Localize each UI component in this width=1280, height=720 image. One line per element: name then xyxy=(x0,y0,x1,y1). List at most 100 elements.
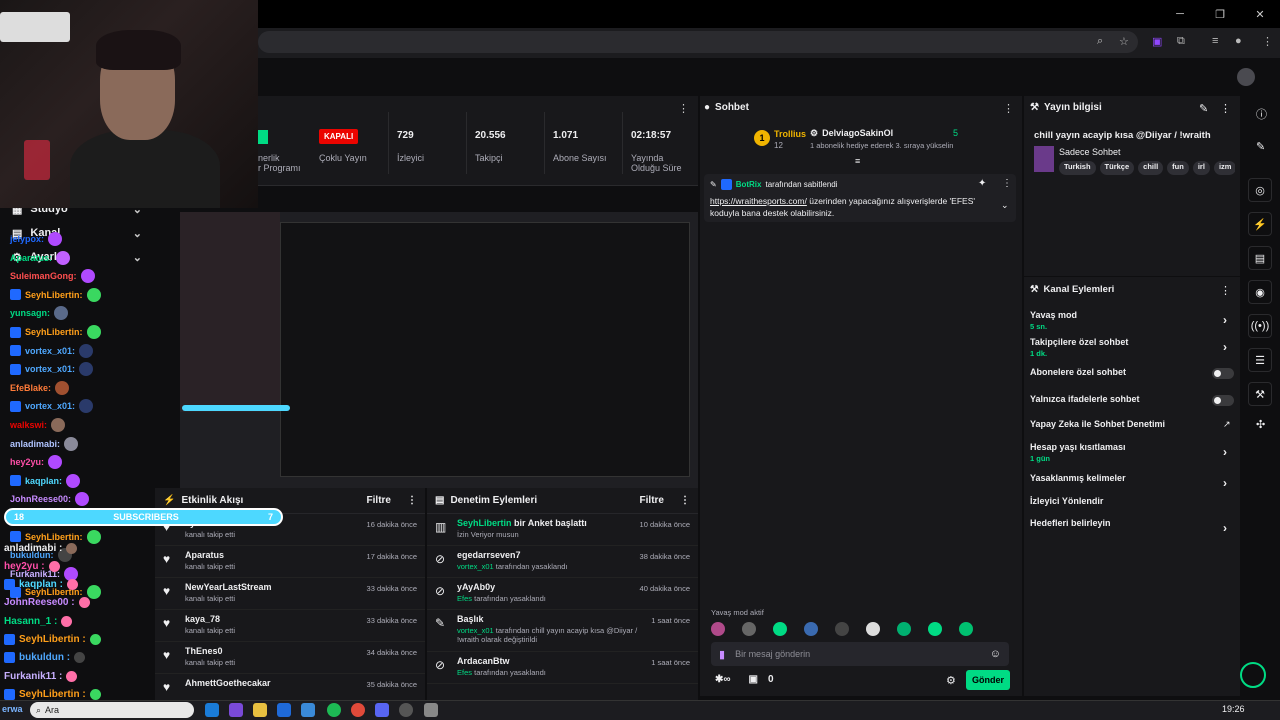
kebab-icon[interactable]: ⋮ xyxy=(407,495,417,506)
moderation-item[interactable]: ⊘ ArdacanBtw Efes tarafından yasaklandı 1 s… xyxy=(427,652,698,684)
tag[interactable]: Turkish xyxy=(1059,161,1096,175)
filter-button[interactable]: Filtre xyxy=(640,495,664,506)
rail-button-chat[interactable]: ◉ xyxy=(1248,280,1272,304)
chat-username[interactable]: walkswi: xyxy=(10,420,47,430)
chat-username[interactable]: EfeBlake: xyxy=(10,383,51,393)
pinned-by-user[interactable]: BotRix xyxy=(736,180,762,189)
emote-icon[interactable] xyxy=(897,622,911,636)
tag[interactable]: izm xyxy=(1213,161,1235,175)
emote-icon[interactable] xyxy=(959,622,973,636)
channel-action[interactable]: Hesap yaşı kısıtlaması 1 gün xyxy=(1030,442,1126,463)
zoom-icon[interactable]: ⌕ xyxy=(1097,35,1103,48)
chevron-right-icon[interactable]: › xyxy=(1223,445,1227,459)
activity-user[interactable]: NewYearLastStream xyxy=(185,582,359,592)
taskbar-search[interactable]: ⌕ Ara xyxy=(30,702,194,718)
chat-message[interactable]: EfeBlake: xyxy=(10,379,70,397)
moderation-user[interactable]: yAyAb0y xyxy=(457,582,495,592)
menu-kebab-icon[interactable]: ⋮ xyxy=(1262,35,1273,48)
chat-username[interactable]: jelypox: xyxy=(10,234,44,244)
store-icon[interactable] xyxy=(301,703,315,717)
tag[interactable]: fun xyxy=(1167,161,1189,175)
category-name[interactable]: Sadece Sohbet xyxy=(1059,147,1121,157)
chat-username[interactable]: vortex_x01: xyxy=(25,346,75,356)
moderator-name[interactable]: Efes xyxy=(457,594,472,603)
edit-icon[interactable]: ✎ xyxy=(1199,102,1208,115)
activity-user[interactable]: kaya_78 xyxy=(185,614,359,624)
external-link-icon[interactable]: ↗ xyxy=(1223,419,1231,430)
chat-message[interactable]: SuleimanGong: xyxy=(10,267,95,285)
channel-action[interactable]: Hedefleri belirleyin xyxy=(1030,518,1111,528)
chat-username[interactable]: vortex_x01: xyxy=(25,401,75,411)
discord-icon[interactable] xyxy=(375,703,389,717)
folder-icon[interactable] xyxy=(253,703,267,717)
mic-icon[interactable]: ▮ xyxy=(719,648,725,661)
activity-user[interactable]: Aparatus xyxy=(185,550,359,560)
channel-action[interactable]: Yapay Zeka ile Sohbet Denetimi xyxy=(1030,419,1165,429)
toggle-switch[interactable] xyxy=(1212,395,1234,406)
rail-button-tools[interactable]: ⚒ xyxy=(1248,382,1272,406)
info-icon[interactable]: ⓘ xyxy=(1256,106,1267,122)
profile-icon[interactable]: ● xyxy=(1235,35,1242,47)
chat-message[interactable]: vortex_x01: xyxy=(10,342,94,360)
emote-icon[interactable] xyxy=(773,622,787,636)
activity-item[interactable]: ♥ Aparatus kanalı takip etti 17 dakika önce xyxy=(155,546,425,578)
chevron-right-icon[interactable]: › xyxy=(1223,313,1227,327)
channel-action[interactable]: Yalnızca ifadelerle sohbet xyxy=(1030,394,1140,404)
rail-button-lightning[interactable]: ⚡ xyxy=(1248,212,1272,236)
moderation-item[interactable]: ✎ Başlık vortex_x01 tarafından chill yayın… xyxy=(427,610,698,652)
moderation-item[interactable]: ⊘ yAyAb0y Efes tarafından yasaklandı 40 dak… xyxy=(427,578,698,610)
chat-message[interactable]: Aparatus: xyxy=(10,249,71,267)
user-avatar[interactable] xyxy=(1237,68,1255,86)
chevron-right-icon[interactable]: › xyxy=(1223,340,1227,354)
chat-username[interactable]: hey2yu: xyxy=(10,457,44,467)
app-icon[interactable] xyxy=(424,703,438,717)
extensions-puzzle-icon[interactable]: ⧉ xyxy=(1177,35,1185,48)
chat-username[interactable]: SuleimanGong: xyxy=(10,271,77,281)
moderator-name[interactable]: vortex_x01 xyxy=(457,626,494,635)
channel-action[interactable]: Yavaş mod 5 sn. xyxy=(1030,310,1077,331)
filter-button[interactable]: Filtre xyxy=(367,495,391,506)
media-icon[interactable]: ≡ xyxy=(1212,35,1218,47)
send-button[interactable]: Gönder xyxy=(966,670,1010,690)
chat-message[interactable]: SeyhLibertin: xyxy=(10,286,101,304)
extension-icon[interactable]: ▣ xyxy=(1152,35,1162,48)
pencil-icon[interactable]: ✎ xyxy=(1256,140,1265,153)
emote-icon[interactable] xyxy=(711,622,725,636)
channel-action[interactable]: Abonelere özel sohbet xyxy=(1030,367,1126,377)
emote-icon[interactable] xyxy=(866,622,880,636)
emote-icon[interactable] xyxy=(835,622,849,636)
channel-action[interactable]: Takipçilere özel sohbet 1 dk. xyxy=(1030,337,1128,358)
tag[interactable]: chill xyxy=(1138,161,1164,175)
rail-button-document[interactable]: ▤ xyxy=(1248,246,1272,270)
emote-icon[interactable] xyxy=(804,622,818,636)
chat-message[interactable]: vortex_x01: xyxy=(10,360,94,378)
activity-item[interactable]: ♥ kaya_78 kanalı takip etti 33 dakika önce xyxy=(155,610,425,642)
close-icon[interactable]: ✕ xyxy=(1240,0,1280,28)
kebab-icon[interactable]: ⋮ xyxy=(680,495,690,506)
moderation-user[interactable]: egedarrseven7 xyxy=(457,550,521,560)
chat-username[interactable]: vortex_x01: xyxy=(25,364,75,374)
collapse-icon[interactable]: ≡ xyxy=(855,156,860,166)
chat-username[interactable]: anladimabi: xyxy=(10,439,60,449)
chat-message[interactable]: SeyhLibertin: xyxy=(10,323,101,341)
emote-icon[interactable] xyxy=(742,622,756,636)
tag[interactable]: Türkçe xyxy=(1099,161,1135,175)
chat-message[interactable]: yunsagn: xyxy=(10,304,69,322)
kebab-icon[interactable]: ⋮ xyxy=(1002,178,1012,189)
spotify-icon[interactable] xyxy=(327,703,341,717)
chat-message[interactable]: jelypox: xyxy=(10,230,63,248)
unpin-icon[interactable]: ✦ xyxy=(978,178,986,189)
chat-message[interactable]: hey2yu: xyxy=(10,453,63,471)
moderation-user[interactable]: ArdacanBtw xyxy=(457,656,510,666)
rail-button-queue[interactable]: ☰ xyxy=(1248,348,1272,372)
chat-message[interactable]: vortex_x01: xyxy=(10,397,94,415)
pinned-link[interactable]: https://wraithesports.com/ xyxy=(710,196,807,206)
app-icon[interactable] xyxy=(229,703,243,717)
kebab-icon[interactable]: ⋮ xyxy=(1220,102,1231,115)
points-icon[interactable]: ▣ xyxy=(749,674,758,685)
status-circle-icon[interactable] xyxy=(1240,662,1266,688)
maximize-icon[interactable]: ❐ xyxy=(1200,0,1240,28)
chevron-right-icon[interactable]: › xyxy=(1223,476,1227,490)
chat-username[interactable]: JohnReese00: xyxy=(10,494,71,504)
activity-user[interactable]: AhmettGoethecakar xyxy=(185,678,359,688)
